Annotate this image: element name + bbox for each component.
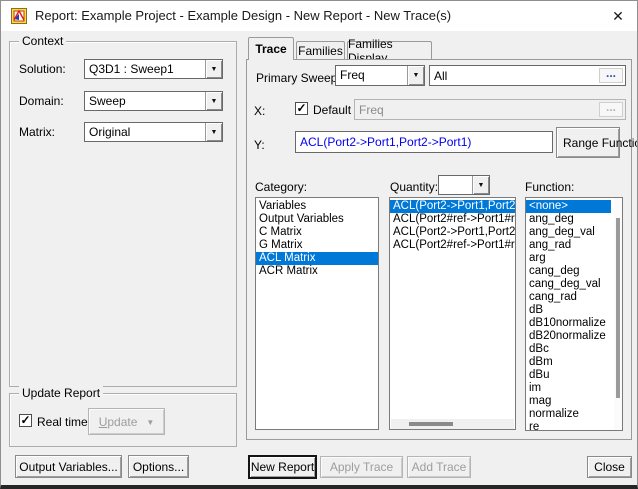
chevron-down-icon: ▼ — [477, 181, 485, 189]
quantity-hscrollbar[interactable] — [391, 419, 514, 429]
tab-families-display[interactable]: Families Display — [347, 37, 432, 65]
category-label: Category: — [255, 180, 308, 194]
function-list-item[interactable]: ang_rad — [526, 239, 611, 252]
update-report-group-label: Update Report — [19, 386, 104, 400]
add-trace-button: Add Trace — [407, 456, 471, 478]
function-list-item[interactable]: re — [526, 421, 611, 430]
domain-dropdown[interactable]: Sweep ▼ — [84, 91, 223, 111]
window-title: Report: Example Project - Example Design… — [35, 8, 452, 23]
close-icon[interactable]: ✕ — [599, 1, 637, 31]
function-list-item[interactable]: arg — [526, 252, 611, 265]
quantity-list-item[interactable]: ACL(Port2->Port1,Port2 — [390, 200, 515, 213]
quantity-dropdown-button[interactable]: ▼ — [472, 176, 489, 194]
primary-sweep-label: Primary Sweep: — [256, 71, 341, 85]
category-list-item[interactable]: ACR Matrix — [256, 265, 378, 278]
update-button-accel: U — [98, 414, 108, 429]
real-time-checkbox[interactable]: ✓ — [19, 414, 32, 427]
real-time-label: Real time — [37, 415, 88, 429]
primary-sweep-value: Freq — [340, 68, 365, 82]
sweep-range-value: All — [434, 68, 448, 83]
chevron-down-icon: ▼ — [210, 65, 218, 73]
y-value-field[interactable]: ACL(Port2->Port1,Port2->Port1) — [295, 131, 553, 153]
chevron-down-icon: ▼ — [210, 97, 218, 105]
function-list-item[interactable]: normalize — [526, 408, 611, 421]
matrix-value: Original — [89, 125, 131, 139]
function-list-item[interactable]: ang_deg — [526, 213, 611, 226]
solution-value: Q3D1 : Sweep1 — [89, 62, 174, 76]
x-axis-label: X: — [254, 104, 266, 118]
solution-dropdown-button[interactable]: ▼ — [205, 60, 222, 78]
primary-sweep-dropdown[interactable]: Freq ▼ — [335, 65, 425, 86]
function-vscrollbar[interactable] — [614, 198, 622, 430]
function-list-item[interactable]: <none> — [526, 200, 611, 213]
function-list-item[interactable]: im — [526, 382, 611, 395]
function-list-item[interactable]: dBc — [526, 343, 611, 356]
function-list-item[interactable]: dBu — [526, 369, 611, 382]
solution-label: Solution: — [19, 62, 66, 76]
function-list[interactable]: <none> ang_deg ang_deg_val ang_rad arg cang_d… — [525, 197, 623, 431]
quantity-dropdown-value — [439, 176, 472, 194]
domain-value: Sweep — [89, 94, 126, 108]
apply-trace-button: Apply Trace — [320, 456, 403, 478]
function-list-item[interactable]: dB — [526, 304, 611, 317]
tab-trace[interactable]: Trace — [248, 37, 294, 60]
matrix-dropdown-button[interactable]: ▼ — [205, 123, 222, 141]
category-list-item[interactable]: ACL Matrix — [256, 252, 378, 265]
function-list-item[interactable]: mag — [526, 395, 611, 408]
quantity-hscrollbar-thumb[interactable] — [409, 422, 453, 426]
function-vscrollbar-thumb[interactable] — [616, 218, 620, 398]
function-list-item[interactable]: cang_rad — [526, 291, 611, 304]
matrix-label: Matrix: — [19, 125, 55, 139]
tab-families[interactable]: Families — [296, 41, 345, 59]
domain-label: Domain: — [19, 94, 64, 108]
output-variables-button[interactable]: Output Variables... — [15, 455, 122, 478]
category-list-item[interactable]: Variables — [256, 200, 378, 213]
matrix-dropdown[interactable]: Original ▼ — [84, 122, 223, 142]
quantity-list-item[interactable]: ACL(Port2#ref->Port1#r — [390, 213, 515, 226]
options-button[interactable]: Options... — [128, 455, 189, 478]
check-icon: ✓ — [20, 412, 31, 427]
function-list-item[interactable]: dB10normalize — [526, 317, 611, 330]
x-default-checkbox[interactable]: ✓ — [295, 102, 308, 115]
report-dialog: Report: Example Project - Example Design… — [0, 0, 638, 489]
range-function-button[interactable]: Range Function... — [556, 127, 637, 158]
quantity-list[interactable]: ACL(Port2->Port1,Port2 ACL(Port2#ref->Por… — [389, 197, 516, 430]
function-label: Function: — [525, 180, 575, 194]
solution-dropdown[interactable]: Q3D1 : Sweep1 ▼ — [84, 59, 223, 79]
update-button-label: pdate — [107, 414, 138, 429]
category-list-item[interactable]: C Matrix — [256, 226, 378, 239]
update-button: Update ▼ — [88, 408, 165, 435]
category-list[interactable]: Variables Output Variables C Matrix G Matri… — [255, 197, 379, 430]
y-value: ACL(Port2->Port1,Port2->Port1) — [300, 135, 472, 149]
category-list-item[interactable]: G Matrix — [256, 239, 378, 252]
chevron-down-icon: ▼ — [146, 418, 155, 427]
y-axis-label: Y: — [254, 138, 265, 152]
new-report-button[interactable]: New Report — [249, 456, 316, 478]
quantity-list-item[interactable]: ACL(Port2#ref->Port1#r — [390, 239, 515, 252]
chevron-down-icon: ▼ — [412, 72, 420, 79]
check-icon: ✓ — [296, 100, 307, 115]
sweep-range-field[interactable]: All ... — [429, 65, 626, 86]
function-list-item[interactable]: ang_deg_val — [526, 226, 611, 239]
close-button[interactable]: Close — [587, 456, 632, 478]
x-value: Freq — [359, 102, 384, 117]
titlebar: Report: Example Project - Example Design… — [1, 1, 637, 31]
category-list-item[interactable]: Output Variables — [256, 213, 378, 226]
context-group-label: Context — [19, 34, 67, 48]
quantity-label: Quantity: — [390, 180, 439, 194]
domain-dropdown-button[interactable]: ▼ — [205, 92, 222, 110]
primary-sweep-dropdown-button[interactable]: ▼ — [407, 66, 424, 85]
chevron-down-icon: ▼ — [210, 128, 218, 136]
x-value-field: Freq ... — [354, 99, 626, 120]
sweep-range-ellipsis-button[interactable]: ... — [599, 67, 623, 83]
function-list-item[interactable]: dBm — [526, 356, 611, 369]
report-app-icon — [11, 8, 27, 24]
function-list-item[interactable]: cang_deg — [526, 265, 611, 278]
function-list-item[interactable]: dB20normalize — [526, 330, 611, 343]
x-ellipsis-button: ... — [599, 101, 623, 117]
quantity-list-item[interactable]: ACL(Port2->Port1,Port2 — [390, 226, 515, 239]
function-list-item[interactable]: cang_deg_val — [526, 278, 611, 291]
x-default-label: Default — [313, 103, 352, 117]
quantity-dropdown[interactable]: ▼ — [438, 175, 490, 195]
